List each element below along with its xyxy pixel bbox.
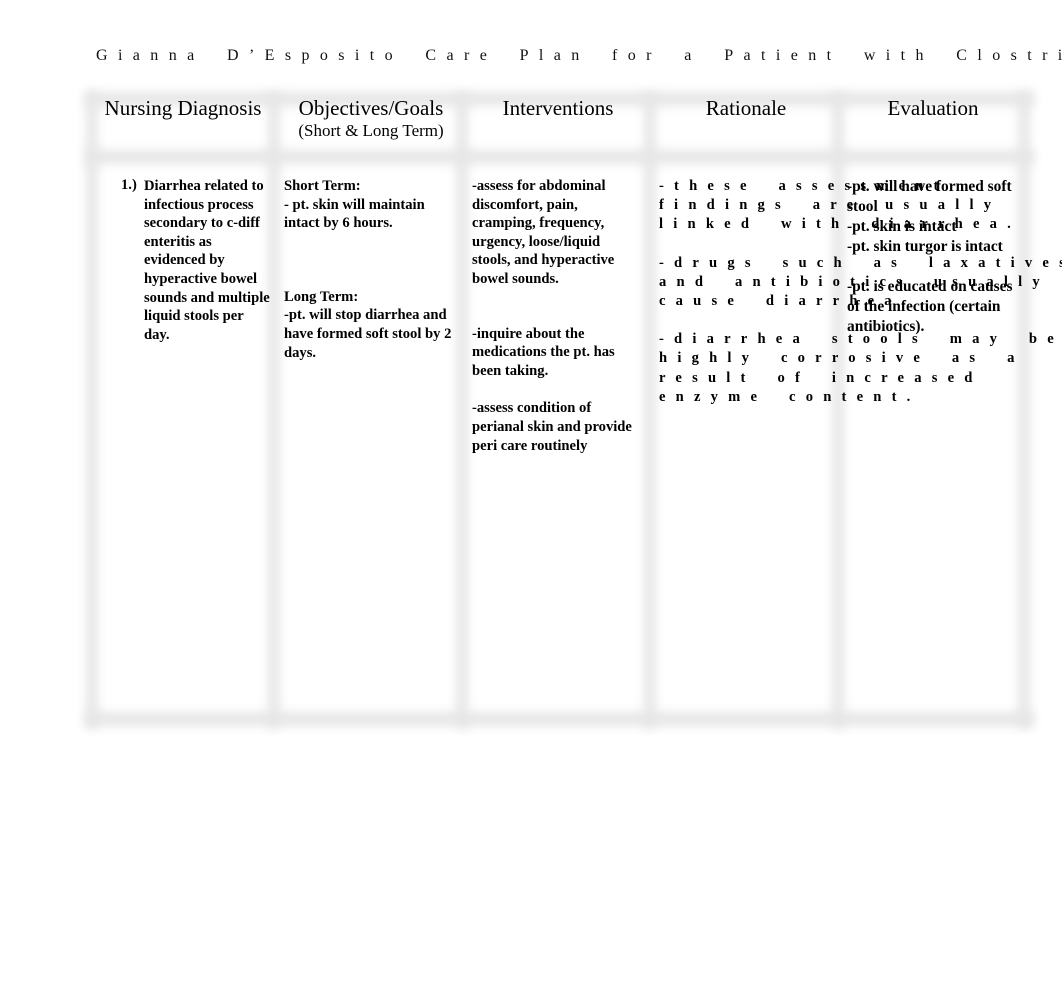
evaluation-item: -pt. is educated on causes of the infect… bbox=[847, 278, 1013, 335]
diagnosis-number: 1.) bbox=[121, 177, 137, 193]
rationale-line: highly corrosive as a bbox=[659, 350, 1025, 367]
evaluation-item: -pt. skin is intact bbox=[847, 218, 957, 235]
interventions-cell: -assess for abdominal discomfort, pain, … bbox=[472, 177, 642, 455]
intervention-item: -inquire about the medications the pt. h… bbox=[472, 325, 615, 379]
evaluation-cell: -pt. will have formed soft stool -pt. sk… bbox=[847, 177, 1017, 337]
rationale-line: result of increased bbox=[659, 369, 983, 386]
evaluation-item: -pt. will have formed soft stool bbox=[847, 178, 1012, 215]
rationale-line: enzyme content. bbox=[659, 388, 921, 405]
header-evaluation: Evaluation bbox=[887, 96, 979, 120]
header-objectives: Objectives/Goals (Short & Long Term) bbox=[280, 96, 462, 142]
document-title: Gianna D’Esposito Care Plan for a Patien… bbox=[96, 47, 1062, 64]
header-objectives-title: Objectives/Goals bbox=[298, 96, 444, 120]
objectives-cell: Short Term: - pt. skin will maintain int… bbox=[284, 177, 456, 362]
header-interventions: Interventions bbox=[502, 96, 614, 120]
short-term-goal: - pt. skin will maintain intact by 6 hou… bbox=[284, 196, 425, 232]
header-rationale: Rationale bbox=[705, 96, 787, 120]
header-nursing-diagnosis: Nursing Diagnosis bbox=[104, 96, 262, 120]
intervention-item: -assess for abdominal discomfort, pain, … bbox=[472, 178, 615, 287]
care-plan-page: Gianna D’Esposito Care Plan for a Patien… bbox=[0, 0, 1062, 1001]
long-term-goal: -pt. will stop diarrhea and have formed … bbox=[284, 307, 452, 361]
intervention-item: -assess condition of perianal skin and p… bbox=[472, 400, 632, 454]
short-term-label: Short Term: bbox=[284, 178, 361, 194]
long-term-label: Long Term: bbox=[284, 288, 359, 305]
evaluation-item: -pt. skin turgor is intact bbox=[847, 238, 1003, 255]
nursing-diagnosis-text: Diarrhea related to infectious process s… bbox=[144, 178, 270, 343]
header-objectives-subtitle: (Short & Long Term) bbox=[298, 121, 444, 140]
rationale-item: -diarrhea stools may be highly corrosive… bbox=[659, 330, 1062, 407]
